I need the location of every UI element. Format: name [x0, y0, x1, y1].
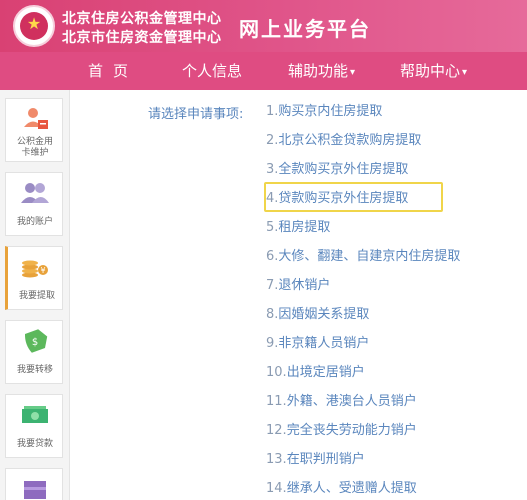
option-2[interactable]: 2.北京公积金贷款购房提取 — [266, 129, 421, 153]
sidebar-item-card-maintenance[interactable]: 公积金用 卡维护 — [5, 98, 63, 162]
sidebar-item-transfer[interactable]: $ 我要转移 — [5, 320, 63, 384]
apply-prompt-label: 请选择申请事项: — [148, 107, 244, 122]
option-12[interactable]: 12.完全丧失劳动能力销户 — [266, 419, 417, 443]
emblem-icon: ★ — [26, 14, 42, 33]
option-6[interactable]: 6.大修、翻建、自建京内住房提取 — [266, 245, 460, 269]
svg-text:¥: ¥ — [40, 266, 45, 275]
card-user-icon — [24, 108, 48, 129]
option-8[interactable]: 8.因婚姻关系提取 — [266, 303, 369, 327]
option-13[interactable]: 13.在职判刑销户 — [266, 448, 365, 472]
sidebar-item-withdraw[interactable]: ¥ 我要提取 — [5, 246, 63, 310]
sidebar-item-loan[interactable]: 我要贷款 — [5, 394, 63, 458]
nav-aux-functions[interactable]: 辅助功能 ▾ — [288, 52, 355, 90]
nav-help-label: 帮助中心 — [400, 62, 461, 80]
option-4-selected[interactable]: 4.贷款购买京外住房提取 — [266, 187, 408, 211]
sidebar-item-my-account[interactable]: 我的账户 — [5, 172, 63, 236]
svg-text:$: $ — [32, 337, 38, 348]
option-10[interactable]: 10.出境定居销户 — [266, 361, 365, 385]
sidebar-item-label: 我要提取 — [18, 291, 55, 301]
option-5[interactable]: 5.租房提取 — [266, 216, 330, 240]
org-name-line2: 北京市住房资金管理中心 — [62, 30, 222, 46]
sidebar: 公积金用 卡维护 我的账户 ¥ 我要提取 $ 我要转移 我要贷款 — [0, 90, 70, 500]
caret-down-icon: ▾ — [350, 67, 356, 78]
purple-box-icon — [24, 481, 46, 499]
option-9[interactable]: 9.非京籍人员销户 — [266, 332, 369, 356]
main-nav: 首页 个人信息 辅助功能 ▾ 帮助中心 ▾ — [0, 52, 527, 90]
sidebar-item-label: 公积金用 卡维护 — [16, 137, 53, 158]
org-name-line1: 北京住房公积金管理中心 — [62, 11, 222, 27]
option-7[interactable]: 7.退休销户 — [266, 274, 330, 298]
nav-personal-info[interactable]: 个人信息 — [182, 52, 242, 90]
sidebar-item-label: 我要转移 — [16, 365, 53, 375]
platform-title: 网上业务平台 — [239, 17, 371, 41]
option-3[interactable]: 3.全款购买京外住房提取 — [266, 158, 408, 182]
sidebar-item-label: 我要贷款 — [16, 439, 53, 449]
users-icon — [21, 183, 49, 203]
option-14[interactable]: 14.继承人、受遗赠人提取 — [266, 477, 417, 500]
option-11[interactable]: 11.外籍、港澳台人员销户 — [266, 390, 417, 414]
transfer-tag-icon: $ — [25, 329, 48, 353]
nav-help-center[interactable]: 帮助中心 ▾ — [400, 52, 467, 90]
nav-aux-label: 辅助功能 — [288, 62, 349, 80]
nav-home[interactable]: 首页 — [88, 52, 138, 90]
money-icon — [22, 406, 48, 423]
logo: ★ — [13, 5, 55, 47]
sidebar-item-more[interactable] — [5, 468, 63, 500]
option-1[interactable]: 1.购买京内住房提取 — [266, 100, 382, 124]
caret-down-icon: ▾ — [462, 67, 468, 78]
app-header: ★ 北京住房公积金管理中心 北京市住房资金管理中心 网上业务平台 — [0, 0, 527, 52]
coins-icon: ¥ — [22, 260, 48, 278]
sidebar-item-label: 我的账户 — [16, 217, 53, 227]
